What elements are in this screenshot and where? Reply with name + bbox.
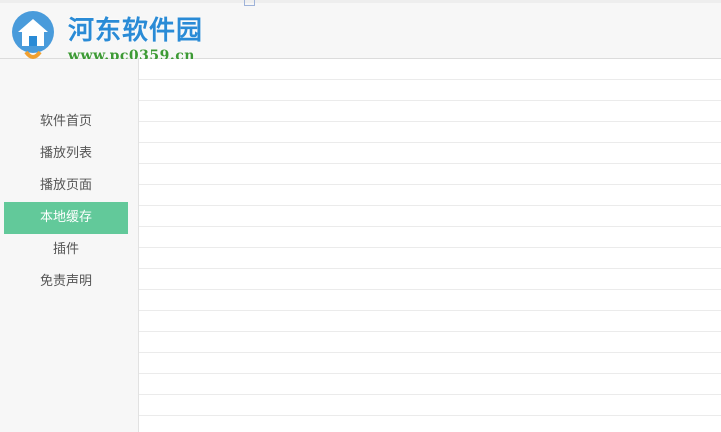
main-content <box>139 59 721 432</box>
watermark-logo-icon <box>12 11 54 59</box>
list-row <box>139 353 721 374</box>
sidebar-item-player-page[interactable]: 播放页面 <box>4 170 128 202</box>
header-bar: 河东软件园 www.pc0359.cn <box>0 0 721 64</box>
list-row <box>139 185 721 206</box>
list-row <box>139 164 721 185</box>
sidebar-item-home[interactable]: 软件首页 <box>4 106 128 138</box>
list-row <box>139 122 721 143</box>
list-row <box>139 206 721 227</box>
sidebar-item-plugins[interactable]: 插件 <box>4 234 128 266</box>
list-row <box>139 395 721 416</box>
watermark-title: 河东软件园 <box>68 16 204 46</box>
list-row <box>139 311 721 332</box>
list-row <box>139 269 721 290</box>
header-top-strip <box>0 0 721 3</box>
list-row <box>139 80 721 101</box>
list-row <box>139 101 721 122</box>
list-row <box>139 290 721 311</box>
sidebar-item-playlist[interactable]: 播放列表 <box>4 138 128 170</box>
list-row <box>139 332 721 353</box>
list-row <box>139 416 721 432</box>
sidebar: 软件首页 播放列表 播放页面 本地缓存 插件 免责声明 <box>0 59 139 432</box>
cache-list <box>139 59 721 432</box>
list-row <box>139 59 721 80</box>
list-row <box>139 227 721 248</box>
list-row <box>139 143 721 164</box>
sidebar-nav: 软件首页 播放列表 播放页面 本地缓存 插件 免责声明 <box>4 106 128 298</box>
app-window: 河东软件园 www.pc0359.cn 软件首页 播放列表 播放页面 本地缓存 … <box>0 0 721 432</box>
header-faint-box <box>244 0 255 6</box>
list-row <box>139 248 721 269</box>
list-row <box>139 374 721 395</box>
sidebar-item-disclaimer[interactable]: 免责声明 <box>4 266 128 298</box>
sidebar-item-local-cache[interactable]: 本地缓存 <box>4 202 128 234</box>
